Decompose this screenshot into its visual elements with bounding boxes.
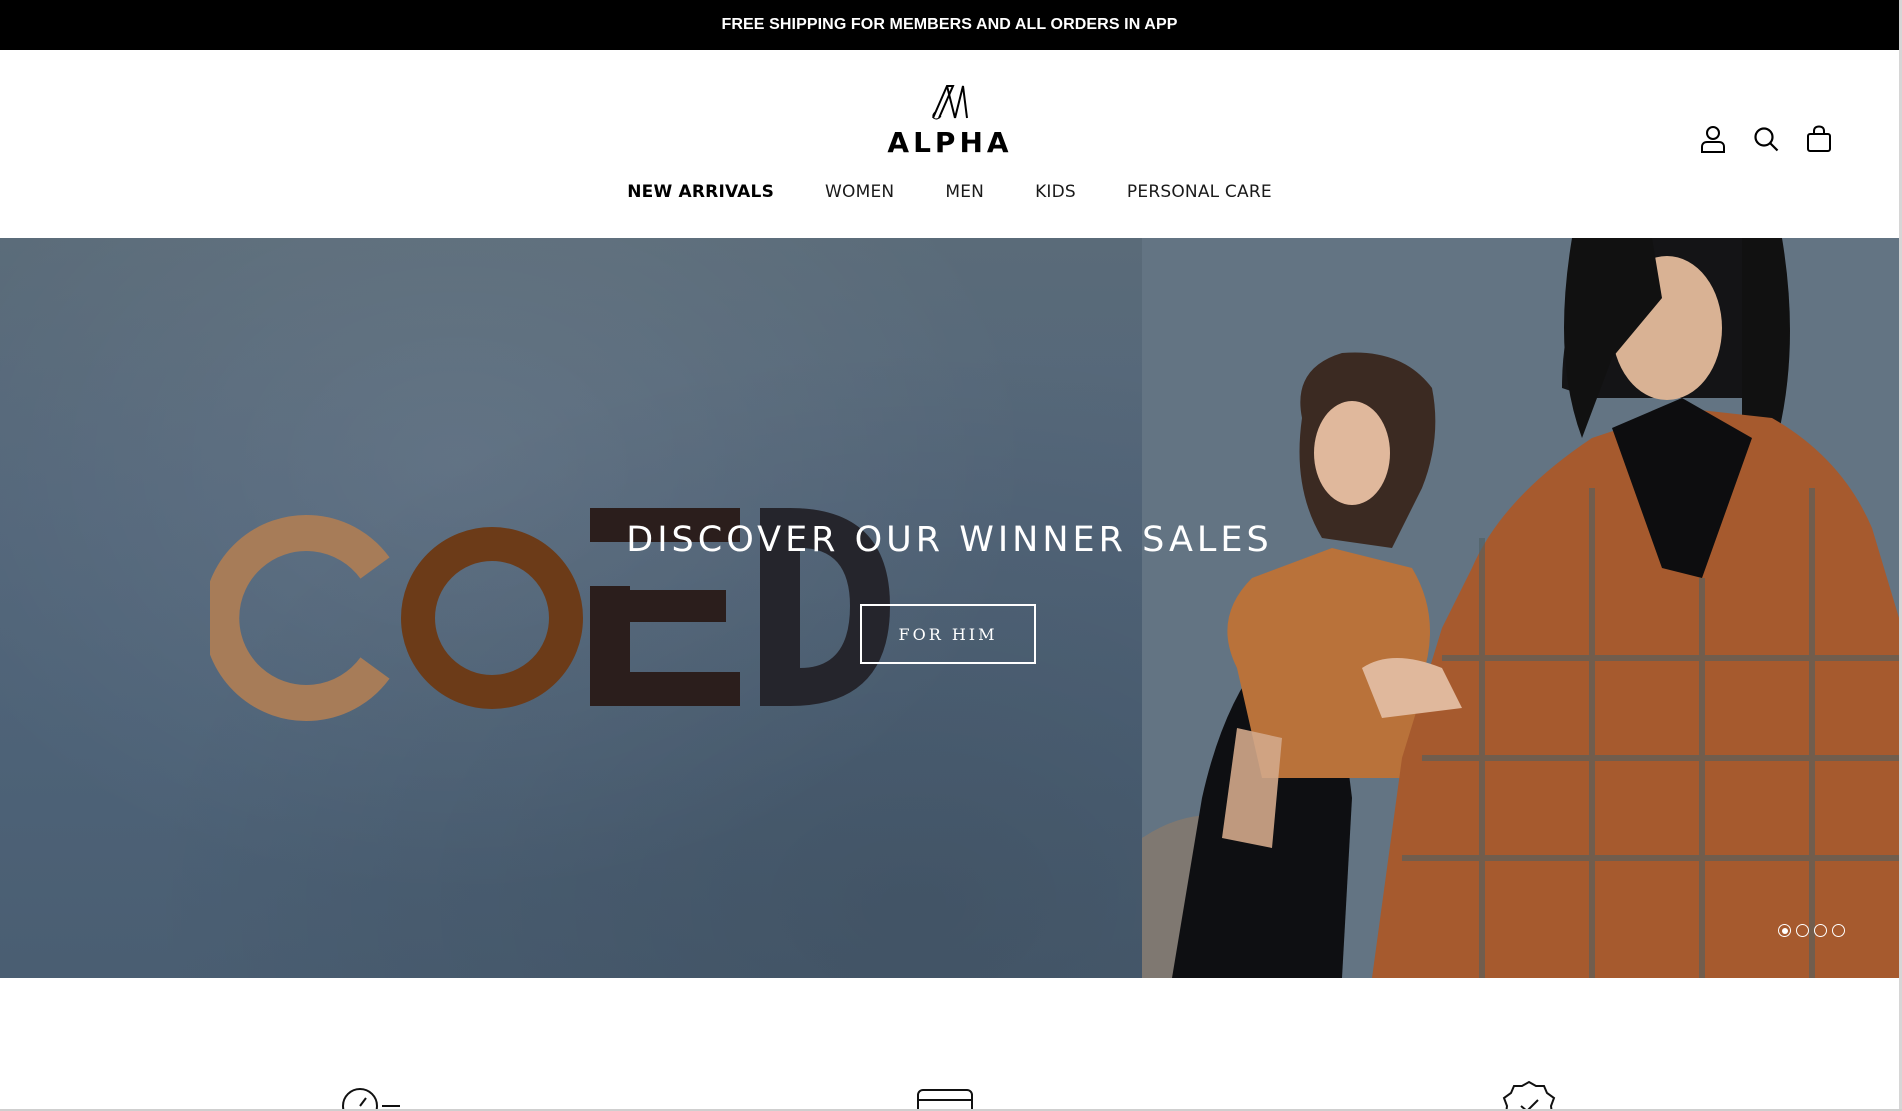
quality-badge-icon xyxy=(1502,1080,1556,1111)
hero-slideshow: DISCOVER OUR WINNER SALES FOR HIM xyxy=(0,238,1899,978)
account-icon[interactable] xyxy=(1698,124,1727,153)
hero-title: DISCOVER OUR WINNER SALES xyxy=(626,520,1273,560)
logo-mark-icon xyxy=(932,85,968,120)
page: FREE SHIPPING FOR MEMBERS AND ALL ORDERS… xyxy=(0,0,1899,1111)
logo-text: ALPHA xyxy=(887,126,1013,159)
nav-item-personal-care[interactable]: PERSONAL CARE xyxy=(1127,182,1272,210)
slide-dot-4[interactable] xyxy=(1832,924,1845,937)
credit-card-icon xyxy=(917,1089,973,1111)
nav-item-kids[interactable]: KIDS xyxy=(1035,182,1076,210)
announcement-bar: FREE SHIPPING FOR MEMBERS AND ALL ORDERS… xyxy=(0,0,1899,50)
brand-logo[interactable]: ALPHA xyxy=(882,82,1018,162)
slide-dot-3[interactable] xyxy=(1814,924,1827,937)
for-him-button[interactable]: FOR HIM xyxy=(860,604,1036,664)
slide-dot-2[interactable] xyxy=(1796,924,1809,937)
cart-icon[interactable] xyxy=(1804,124,1833,153)
slide-dot-1[interactable] xyxy=(1778,924,1791,937)
nav-item-men[interactable]: MEN xyxy=(945,182,984,210)
search-icon[interactable] xyxy=(1751,124,1780,153)
site-header: ALPHA NEW ARRIVALS WOMEN MEN KIDS PERSON… xyxy=(0,50,1899,238)
hero-photo xyxy=(1142,238,1899,978)
main-nav: NEW ARRIVALS WOMEN MEN KIDS PERSONAL CAR… xyxy=(0,182,1899,210)
header-actions xyxy=(1698,124,1833,153)
models-photo xyxy=(1142,238,1899,978)
slideshow-pagination xyxy=(1778,924,1845,937)
features-section xyxy=(0,978,1899,1111)
nav-item-women[interactable]: WOMEN xyxy=(825,182,894,210)
fast-delivery-icon xyxy=(342,1088,400,1111)
nav-item-new-arrivals[interactable]: NEW ARRIVALS xyxy=(627,182,774,210)
announcement-text: FREE SHIPPING FOR MEMBERS AND ALL ORDERS… xyxy=(721,16,1178,33)
